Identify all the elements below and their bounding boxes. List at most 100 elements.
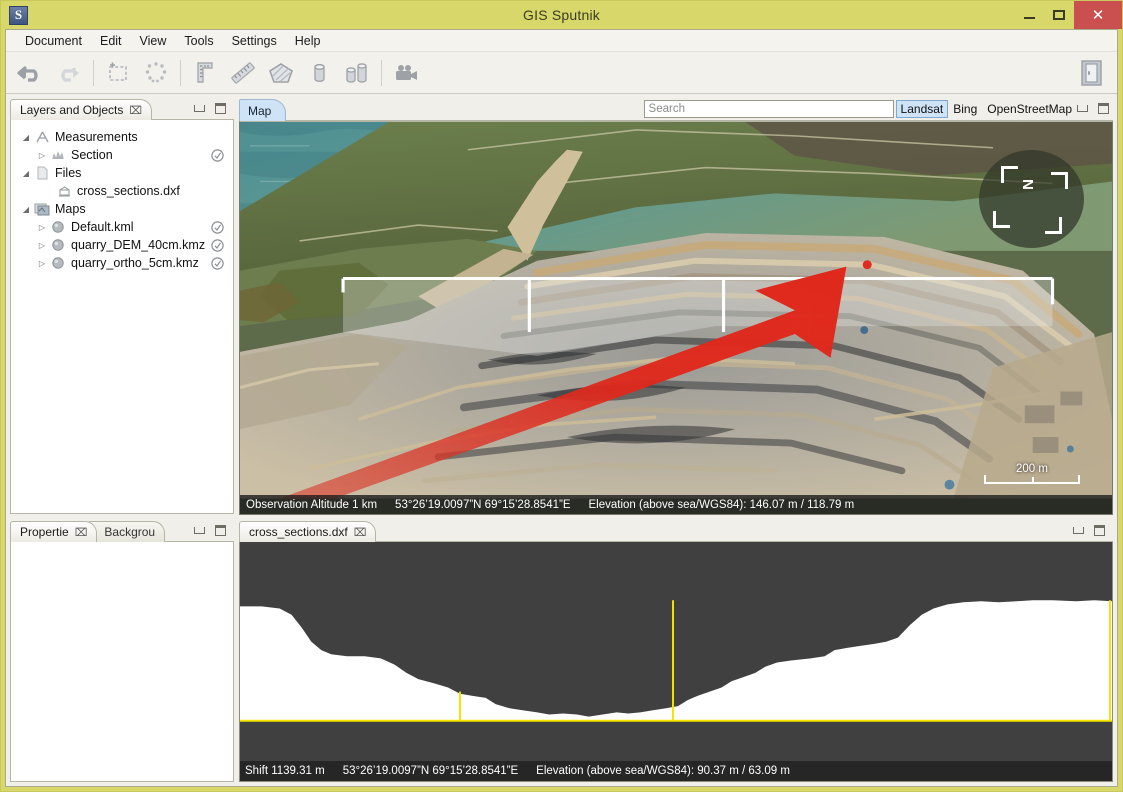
- menu-help[interactable]: Help: [286, 32, 330, 50]
- tab-cross-sections-dxf[interactable]: cross_sections.dxf ⌧: [239, 521, 377, 542]
- tree-item-label: cross_sections.dxf: [77, 184, 180, 198]
- exit-button[interactable]: [1073, 56, 1111, 90]
- tree-item-quarry-dem[interactable]: ▷ quarry_DEM_40cm.kmz: [11, 236, 233, 254]
- corner-ruler-button[interactable]: [186, 56, 224, 90]
- redo-button[interactable]: [50, 56, 88, 90]
- panel-window-controls: [194, 99, 234, 120]
- panel-minimize-icon[interactable]: [1077, 104, 1088, 112]
- close-icon[interactable]: ⌧: [129, 104, 142, 117]
- menu-settings[interactable]: Settings: [223, 32, 286, 50]
- close-icon[interactable]: ⌧: [75, 526, 88, 539]
- basemap-bing[interactable]: Bing: [948, 100, 982, 118]
- menu-tools[interactable]: Tools: [175, 32, 222, 50]
- tree-item-label: quarry_ortho_5cm.kmz: [71, 256, 199, 270]
- basemap-openstreetmap[interactable]: OpenStreetMap: [982, 100, 1077, 118]
- tab-map[interactable]: Map: [239, 99, 287, 121]
- globe-icon: [49, 256, 67, 270]
- tree-item-cross-sections-dxf[interactable]: cross_sections.dxf: [11, 182, 233, 200]
- expander-icon[interactable]: ◢: [19, 133, 33, 142]
- basemap-landsat[interactable]: Landsat: [895, 100, 949, 118]
- distance-ruler-button[interactable]: [224, 56, 262, 90]
- maps-icon: [33, 202, 51, 216]
- tab-label: cross_sections.dxf: [249, 525, 348, 539]
- undo-button[interactable]: [12, 56, 50, 90]
- main-content: Layers and Objects ⌧ ◢ Measurements ▷ Se…: [6, 94, 1117, 786]
- layers-panel-header: Layers and Objects ⌧: [10, 98, 234, 120]
- application-window: S GIS Sputnik ✕ Document Edit View Tools…: [0, 0, 1123, 792]
- tab-background[interactable]: Backgrou: [87, 521, 166, 542]
- tree-item-files[interactable]: ◢ Files: [11, 164, 233, 182]
- map-header-toolbar: Search Landsat Bing OpenStreetMap: [286, 99, 1113, 121]
- search-input[interactable]: Search: [643, 100, 894, 118]
- header-filler: [165, 521, 194, 542]
- globe-icon: [49, 220, 67, 234]
- compass-bracket-bl: [993, 211, 1010, 228]
- tab-label: Map: [248, 103, 272, 118]
- close-icon[interactable]: ⌧: [354, 526, 367, 539]
- visibility-toggle-icon[interactable]: [211, 256, 225, 270]
- expander-icon[interactable]: ◢: [19, 205, 33, 214]
- map-viewport[interactable]: N 200 m Observation Altitude 1 km 53°26’…: [239, 121, 1113, 515]
- polygon-points-button[interactable]: [137, 56, 175, 90]
- globe-icon: [49, 238, 67, 252]
- undo-icon: [17, 65, 38, 82]
- record-flight-button[interactable]: [387, 56, 425, 90]
- map-window-controls: [1077, 99, 1113, 120]
- panel-maximize-icon[interactable]: [1098, 102, 1109, 114]
- header-filler: [376, 521, 1073, 542]
- title-bar: S GIS Sputnik ✕: [1, 1, 1122, 29]
- tree-item-label: Section: [71, 148, 113, 162]
- tree-item-label: Measurements: [55, 130, 138, 144]
- section-icon: [49, 148, 67, 162]
- tree-item-default-kml[interactable]: ▷ Default.kml: [11, 218, 233, 236]
- tree-item-maps[interactable]: ◢ Maps: [11, 200, 233, 218]
- panel-window-controls: [1073, 521, 1113, 542]
- toolbar-separator: [180, 59, 181, 86]
- map-panel-header: Map Search Landsat Bing OpenStreetMap: [239, 98, 1113, 121]
- expander-icon[interactable]: ▷: [35, 223, 49, 232]
- panel-minimize-icon[interactable]: [1073, 526, 1084, 534]
- visibility-toggle-icon[interactable]: [211, 238, 225, 252]
- tab-properties[interactable]: Propertie ⌧: [10, 521, 98, 542]
- navigation-compass[interactable]: N: [979, 150, 1084, 248]
- map-status-bar: Observation Altitude 1 km 53°26’19.0097”…: [240, 495, 1112, 514]
- video-camera-icon: [396, 64, 417, 80]
- compass-bracket-br: [1045, 217, 1062, 234]
- panel-maximize-icon[interactable]: [1094, 524, 1105, 536]
- tab-label: Layers and Objects: [20, 103, 124, 117]
- menu-document[interactable]: Document: [16, 32, 91, 50]
- panel-window-controls: [194, 521, 234, 542]
- menu-view[interactable]: View: [131, 32, 176, 50]
- profile-button[interactable]: [338, 56, 376, 90]
- map-status-elevation: Elevation (above sea/WGS84): 146.07 m / …: [588, 498, 855, 511]
- expander-icon[interactable]: ▷: [35, 151, 49, 160]
- menu-edit[interactable]: Edit: [91, 32, 131, 50]
- rectangle-select-button[interactable]: [99, 56, 137, 90]
- visibility-toggle-icon[interactable]: [211, 148, 225, 162]
- panel-maximize-icon[interactable]: [215, 524, 226, 536]
- client-area: Document Edit View Tools Settings Help L…: [5, 29, 1118, 787]
- toolbar-separator: [381, 59, 382, 86]
- tree-item-section[interactable]: ▷ Section: [11, 146, 233, 164]
- panel-minimize-icon[interactable]: [194, 104, 205, 112]
- area-measure-button[interactable]: [262, 56, 300, 90]
- tree-item-quarry-ortho[interactable]: ▷ quarry_ortho_5cm.kmz: [11, 254, 233, 272]
- expander-icon[interactable]: ◢: [19, 169, 33, 178]
- cross-section-profile: [240, 542, 1112, 781]
- tab-layers-and-objects[interactable]: Layers and Objects ⌧: [10, 99, 153, 120]
- tree-item-measurements[interactable]: ◢ Measurements: [11, 128, 233, 146]
- toolbar-separator: [93, 59, 94, 86]
- panel-minimize-icon[interactable]: [194, 526, 205, 534]
- right-column: Map Search Landsat Bing OpenStreetMap N …: [239, 98, 1113, 782]
- visibility-toggle-icon[interactable]: [211, 220, 225, 234]
- search-placeholder: Search: [648, 103, 685, 115]
- cross-section-viewport[interactable]: Shift 1139.31 m 53°26’19.0097”N 69°15’28…: [239, 542, 1113, 782]
- tab-label: Backgrou: [104, 525, 156, 539]
- volume-button[interactable]: [300, 56, 338, 90]
- expander-icon[interactable]: ▷: [35, 241, 49, 250]
- expander-icon[interactable]: ▷: [35, 259, 49, 268]
- polygon-points-icon: [145, 61, 167, 82]
- cylinder-icon: [314, 63, 325, 82]
- rectangle-select-icon: [109, 62, 127, 81]
- panel-maximize-icon[interactable]: [215, 102, 226, 114]
